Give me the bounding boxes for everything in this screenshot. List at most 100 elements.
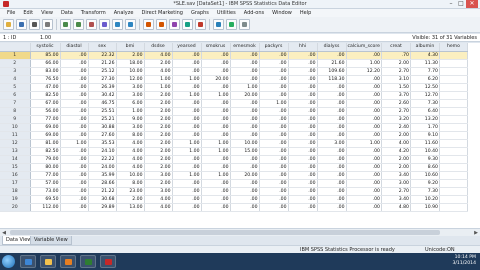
data-cell[interactable]: 2.00 <box>381 131 411 141</box>
data-cell[interactable]: 3.00 <box>381 179 411 189</box>
data-cell[interactable]: .00 <box>172 99 202 108</box>
data-cell[interactable]: 8.60 <box>410 163 440 173</box>
data-cell[interactable]: 6.40 <box>410 107 440 116</box>
insert-variable-icon[interactable] <box>156 19 167 30</box>
data-cell[interactable]: 69.00 <box>30 123 61 133</box>
data-cell[interactable]: 77.00 <box>30 115 61 124</box>
data-cell[interactable]: 9.10 <box>410 131 440 141</box>
data-cell[interactable]: .00 <box>201 59 231 68</box>
data-cell[interactable]: 4.20 <box>381 147 411 157</box>
data-cell[interactable]: .00 <box>230 115 260 124</box>
media-taskbar-icon[interactable] <box>60 255 76 268</box>
data-cell[interactable]: .00 <box>201 123 231 133</box>
data-cell[interactable]: .00 <box>60 187 89 197</box>
cell-value-input[interactable]: 1.00 <box>40 34 120 42</box>
data-cell[interactable]: 1.00 <box>201 171 231 181</box>
data-cell[interactable]: .00 <box>346 107 382 116</box>
data-cell[interactable] <box>439 83 468 92</box>
data-cell[interactable]: .00 <box>60 75 89 84</box>
data-cell[interactable]: 2.00 <box>144 115 173 124</box>
data-cell[interactable]: .00 <box>172 179 202 189</box>
data-cell[interactable]: 1.00 <box>201 139 231 149</box>
column-header[interactable]: calcium_score <box>346 43 382 52</box>
data-cell[interactable]: 6.20 <box>410 75 440 84</box>
data-cell[interactable]: .00 <box>346 195 382 205</box>
data-cell[interactable]: .00 <box>317 51 347 60</box>
data-cell[interactable]: .00 <box>259 171 289 181</box>
data-cell[interactable]: 1.00 <box>60 139 89 149</box>
data-cell[interactable]: 12.70 <box>410 91 440 100</box>
weight-cases-icon[interactable] <box>182 19 193 30</box>
data-cell[interactable]: 3.00 <box>317 139 347 149</box>
row-number[interactable]: 4 <box>0 75 31 84</box>
data-cell[interactable]: 82.50 <box>30 91 61 100</box>
data-cell[interactable]: 2.00 <box>144 107 173 116</box>
data-cell[interactable]: 25.12 <box>88 67 117 76</box>
data-cell[interactable]: .00 <box>60 67 89 76</box>
data-cell[interactable]: 1.00 <box>230 83 260 92</box>
data-cell[interactable]: 2.00 <box>381 155 411 165</box>
menu-edit[interactable]: Edit <box>19 9 37 17</box>
data-cell[interactable]: .00 <box>346 83 382 92</box>
data-cell[interactable]: .00 <box>201 131 231 141</box>
data-cell[interactable]: 26.39 <box>88 83 117 92</box>
data-cell[interactable]: .00 <box>172 195 202 205</box>
data-cell[interactable]: 20.00 <box>230 91 260 100</box>
data-cell[interactable]: 82.50 <box>30 147 61 157</box>
data-cell[interactable]: .00 <box>317 163 347 173</box>
data-cell[interactable]: 22.22 <box>88 155 117 165</box>
spell-icon[interactable] <box>239 19 250 30</box>
data-cell[interactable]: 3.00 <box>116 91 145 100</box>
data-cell[interactable] <box>439 99 468 108</box>
data-cell[interactable]: .00 <box>201 195 231 205</box>
select-cases-icon[interactable] <box>195 19 206 30</box>
row-number[interactable]: 17 <box>0 179 31 189</box>
data-cell[interactable]: 28.66 <box>88 179 117 189</box>
data-cell[interactable]: 4.00 <box>144 51 173 60</box>
row-number[interactable]: 11 <box>0 131 31 141</box>
row-number[interactable]: 15 <box>0 163 31 173</box>
row-number[interactable]: 5 <box>0 83 31 92</box>
data-cell[interactable]: .00 <box>317 107 347 116</box>
data-cell[interactable]: 3.00 <box>116 83 145 92</box>
data-cell[interactable]: 109.60 <box>317 67 347 76</box>
menu-graphs[interactable]: Graphs <box>187 9 213 17</box>
data-cell[interactable]: .00 <box>60 171 89 181</box>
data-cell[interactable]: .00 <box>288 99 318 108</box>
data-cell[interactable]: 20.00 <box>230 171 260 181</box>
data-cell[interactable]: .00 <box>60 91 89 100</box>
print-icon[interactable] <box>29 19 40 30</box>
data-cell[interactable]: .00 <box>201 99 231 108</box>
data-cell[interactable]: 7.30 <box>410 99 440 108</box>
data-cell[interactable]: 13.20 <box>410 115 440 124</box>
data-cell[interactable]: .00 <box>201 115 231 124</box>
data-cell[interactable]: .00 <box>288 123 318 133</box>
data-cell[interactable]: .00 <box>346 115 382 124</box>
data-cell[interactable]: 29.89 <box>88 203 117 213</box>
data-cell[interactable]: .00 <box>317 131 347 141</box>
data-cell[interactable]: 77.00 <box>30 171 61 181</box>
row-number[interactable]: 2 <box>0 59 31 68</box>
use-sets-icon[interactable] <box>226 19 237 30</box>
row-number[interactable]: 12 <box>0 139 31 149</box>
data-cell[interactable]: .00 <box>259 147 289 157</box>
data-cell[interactable]: .00 <box>288 83 318 92</box>
data-cell[interactable]: .00 <box>230 59 260 68</box>
spss-taskbar-icon[interactable] <box>100 255 116 268</box>
data-cell[interactable]: 6.00 <box>116 99 145 108</box>
data-cell[interactable]: .00 <box>288 171 318 181</box>
data-cell[interactable]: .00 <box>346 171 382 181</box>
data-cell[interactable]: .00 <box>60 179 89 189</box>
data-cell[interactable]: .00 <box>230 203 260 213</box>
ie-taskbar-icon[interactable] <box>20 255 36 268</box>
data-cell[interactable]: .00 <box>259 107 289 116</box>
data-cell[interactable]: 2.00 <box>144 91 173 100</box>
row-number[interactable]: 7 <box>0 99 31 108</box>
data-cell[interactable]: .00 <box>60 155 89 165</box>
data-cell[interactable]: .00 <box>201 203 231 213</box>
data-cell[interactable]: .00 <box>317 171 347 181</box>
data-cell[interactable]: 15.00 <box>230 147 260 157</box>
menu-file[interactable]: File <box>3 9 19 17</box>
data-cell[interactable]: 112.00 <box>30 203 61 213</box>
data-cell[interactable]: .00 <box>259 187 289 197</box>
